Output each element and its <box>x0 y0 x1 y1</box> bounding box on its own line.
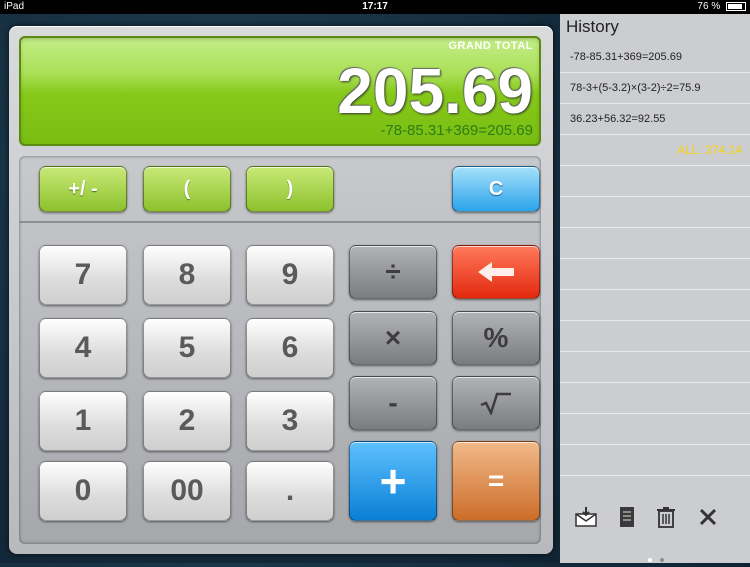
minus-button[interactable]: - <box>349 376 437 430</box>
key-3[interactable]: 3 <box>246 391 334 451</box>
close-icon[interactable] <box>696 504 720 530</box>
key-1[interactable]: 1 <box>39 391 127 451</box>
keypad-panel: +/ - ( ) C 7 8 9 4 5 6 1 2 3 0 00 . ÷ × … <box>19 156 541 544</box>
open-paren-button[interactable]: ( <box>143 166 231 212</box>
divider <box>19 221 541 223</box>
plus-minus-button[interactable]: +/ - <box>39 166 127 212</box>
history-entry[interactable]: 78-3+(5-3.2)×(3-2)÷2=75.9 <box>560 73 750 104</box>
history-empty-row <box>560 445 750 476</box>
key-5[interactable]: 5 <box>143 318 231 378</box>
battery-indicator: 76 % <box>697 0 746 14</box>
history-list: -78-85.31+369=205.69 78-3+(5-3.2)×(3-2)÷… <box>560 42 750 476</box>
key-0[interactable]: 0 <box>39 461 127 521</box>
key-00[interactable]: 00 <box>143 461 231 521</box>
history-entry[interactable]: -78-85.31+369=205.69 <box>560 42 750 73</box>
percent-button[interactable]: % <box>452 311 540 365</box>
mail-icon[interactable] <box>574 504 598 530</box>
history-entry[interactable]: 36.23+56.32=92.55 <box>560 104 750 135</box>
history-toolbar <box>560 504 750 534</box>
page-indicator <box>646 549 666 567</box>
notes-icon[interactable] <box>615 504 639 530</box>
sqrt-icon <box>480 392 511 415</box>
display-expression: -78-85.31+369=205.69 <box>380 122 533 139</box>
history-empty-row <box>560 259 750 290</box>
history-empty-row <box>560 321 750 352</box>
clock: 17:17 <box>362 1 388 12</box>
key-6[interactable]: 6 <box>246 318 334 378</box>
history-empty-row <box>560 352 750 383</box>
battery-icon <box>726 1 746 11</box>
key-7[interactable]: 7 <box>39 245 127 305</box>
equals-button[interactable]: = <box>452 441 540 521</box>
divide-button[interactable]: ÷ <box>349 245 437 299</box>
history-empty-row <box>560 197 750 228</box>
page-dot-active <box>648 558 652 562</box>
history-total: ALL: 374.14 <box>560 135 750 166</box>
calculator: GRAND TOTAL 205.69 -78-85.31+369=205.69 … <box>9 26 553 554</box>
key-2[interactable]: 2 <box>143 391 231 451</box>
display-screen: GRAND TOTAL 205.69 -78-85.31+369=205.69 <box>19 36 541 146</box>
status-bar: iPad 17:17 76 % <box>0 0 750 14</box>
key-8[interactable]: 8 <box>143 245 231 305</box>
backspace-button[interactable] <box>452 245 540 299</box>
display-value: 205.69 <box>337 55 533 127</box>
plus-button[interactable]: + <box>349 441 437 521</box>
battery-percent: 76 % <box>697 1 721 12</box>
multiply-button[interactable]: × <box>349 311 437 365</box>
history-title: History <box>566 17 619 36</box>
sqrt-button[interactable] <box>452 376 540 430</box>
history-empty-row <box>560 414 750 445</box>
key-4[interactable]: 4 <box>39 318 127 378</box>
key-decimal[interactable]: . <box>246 461 334 521</box>
key-9[interactable]: 9 <box>246 245 334 305</box>
history-empty-row <box>560 166 750 197</box>
history-empty-row <box>560 228 750 259</box>
close-paren-button[interactable]: ) <box>246 166 334 212</box>
history-empty-row <box>560 383 750 414</box>
grand-total-label: GRAND TOTAL <box>448 40 533 52</box>
backspace-arrow-icon <box>478 262 514 282</box>
clear-button[interactable]: C <box>452 166 540 212</box>
history-empty-row <box>560 290 750 321</box>
trash-icon[interactable] <box>654 504 678 530</box>
history-panel: History -78-85.31+369=205.69 78-3+(5-3.2… <box>560 14 750 563</box>
page-dot <box>660 558 665 562</box>
